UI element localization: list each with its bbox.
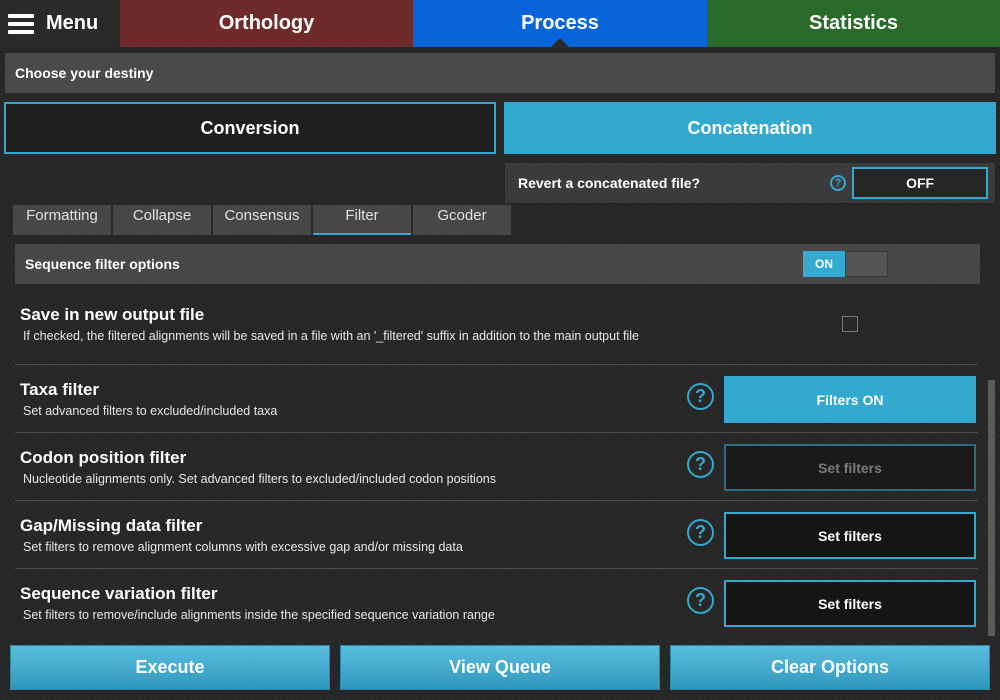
help-icon[interactable]: ? — [830, 175, 847, 191]
help-icon[interactable]: ? — [687, 519, 714, 546]
subtab-consensus[interactable]: Consensus — [213, 205, 311, 235]
subtab-gcoder[interactable]: Gcoder — [413, 205, 511, 235]
option-description: Set filters to remove/include alignments… — [23, 608, 495, 622]
divider — [15, 568, 978, 569]
execute-button[interactable]: Execute — [10, 645, 330, 690]
menu-label: Menu — [46, 12, 99, 34]
destiny-label: Choose your destiny — [15, 65, 154, 81]
divider — [15, 364, 978, 365]
clear-options-button[interactable]: Clear Options — [670, 645, 990, 690]
save-output-checkbox[interactable] — [842, 316, 858, 332]
tab-statistics[interactable]: Statistics — [707, 0, 1000, 47]
tab-orthology[interactable]: Orthology — [120, 0, 413, 47]
scrollbar[interactable] — [988, 380, 995, 636]
option-title: Taxa filter — [20, 380, 100, 399]
revert-toggle-button[interactable]: OFF — [852, 167, 989, 199]
active-tab-indicator — [550, 38, 570, 48]
variation-filter-button[interactable]: Set filters — [724, 580, 976, 627]
toggle-on-label: ON — [803, 251, 845, 277]
option-description: Set filters to remove alignment columns … — [23, 540, 463, 554]
divider — [15, 500, 978, 501]
conversion-button[interactable]: Conversion — [4, 102, 496, 154]
sequence-filter-toggle[interactable]: ON — [803, 251, 888, 277]
option-description: Nucleotide alignments only. Set advanced… — [23, 472, 496, 486]
destiny-header: Choose your destiny — [5, 53, 995, 93]
concatenation-button[interactable]: Concatenation — [504, 102, 996, 154]
menu-button[interactable]: Menu — [0, 0, 120, 47]
subtab-formatting[interactable]: Formatting — [13, 205, 111, 235]
view-queue-button[interactable]: View Queue — [340, 645, 660, 690]
option-taxa-filter: Taxa filter Set advanced filters to excl… — [20, 380, 277, 418]
option-title: Codon position filter — [20, 448, 187, 467]
option-title: Sequence variation filter — [20, 584, 218, 603]
option-description: Set advanced filters to excluded/include… — [23, 404, 278, 418]
help-icon[interactable]: ? — [687, 451, 714, 478]
divider — [15, 432, 978, 433]
help-icon[interactable]: ? — [687, 383, 714, 410]
option-codon-filter: Codon position filter Nucleotide alignme… — [20, 448, 496, 486]
taxa-filter-button[interactable]: Filters ON — [724, 376, 976, 423]
help-icon[interactable]: ? — [687, 587, 714, 614]
sequence-filter-label: Sequence filter options — [25, 256, 180, 272]
option-description: If checked, the filtered alignments will… — [23, 329, 639, 343]
option-title: Gap/Missing data filter — [20, 516, 203, 535]
option-save-output: Save in new output file If checked, the … — [20, 305, 639, 343]
option-gap-filter: Gap/Missing data filter Set filters to r… — [20, 516, 463, 554]
hamburger-icon — [8, 13, 34, 34]
gap-filter-button[interactable]: Set filters — [724, 512, 976, 559]
toggle-knob — [845, 251, 888, 277]
option-variation-filter: Sequence variation filter Set filters to… — [20, 584, 495, 622]
revert-label: Revert a concatenated file? — [518, 175, 701, 191]
option-title: Save in new output file — [20, 305, 205, 324]
subtab-filter[interactable]: Filter — [313, 205, 411, 235]
subtab-collapse[interactable]: Collapse — [113, 205, 211, 235]
codon-filter-button[interactable]: Set filters — [724, 444, 976, 491]
revert-concatenated-row: Revert a concatenated file? ? OFF — [505, 163, 995, 203]
